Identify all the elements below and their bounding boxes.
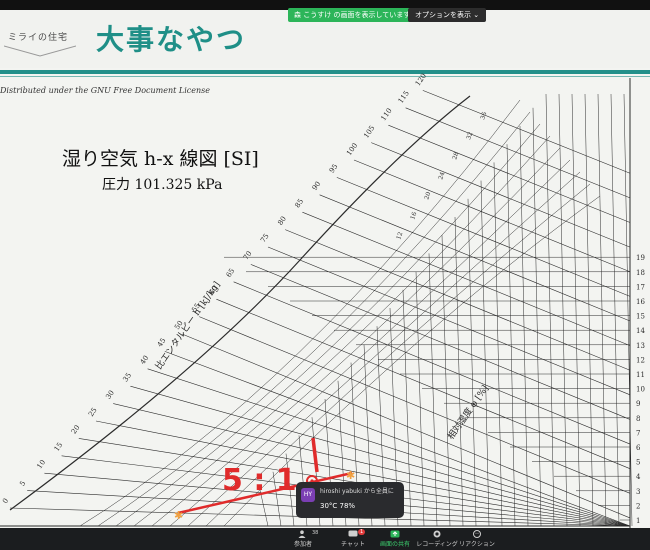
humidity-tick-label: 9 xyxy=(636,400,640,408)
enthalpy-tick-label: 0 xyxy=(1,497,10,505)
enthalpy-tick-label: 115 xyxy=(397,89,411,105)
humidity-tick-label: 2 xyxy=(636,502,640,510)
humidity-tick-label: 16 xyxy=(636,298,645,306)
screen-share-banner[interactable]: 森 こうすけ の画面を表示しています xyxy=(288,8,417,22)
humidity-tick-label: 4 xyxy=(636,473,641,481)
chat-message: 30°C 78% xyxy=(320,502,356,510)
humidity-tick-label: 3 xyxy=(636,488,640,496)
shared-slide: ミライの住宅 大事なやつ Distributed under the GNU F… xyxy=(0,10,650,528)
view-options-button[interactable]: オプションを表示 ⌄ xyxy=(408,8,487,22)
enthalpy-line xyxy=(319,194,631,322)
chat-notification[interactable]: HY hiroshi yabuki から全員に 30°C 78% xyxy=(296,482,404,518)
enthalpy-tick-label: 40 xyxy=(139,354,151,366)
top-tick-label: 36 xyxy=(479,111,488,121)
dry-bulb-line xyxy=(493,162,503,527)
dry-bulb-line xyxy=(480,180,490,527)
humidity-tick-label: 1 xyxy=(636,517,640,525)
participants-label: 参加者 xyxy=(293,541,312,548)
participants-count: 38 xyxy=(312,530,319,536)
enthalpy-line xyxy=(388,124,631,223)
top-tick-label: 32 xyxy=(465,131,474,141)
humidity-tick-label: 12 xyxy=(636,356,645,364)
chat-icon xyxy=(348,530,358,537)
top-tick-label: 28 xyxy=(451,151,460,161)
rh-label: 相対湿度 φ [%] xyxy=(445,383,491,442)
enthalpy-line xyxy=(353,159,631,272)
humidity-tick-label: 10 xyxy=(636,386,645,394)
enthalpy-tick-label: 70 xyxy=(242,250,254,262)
enthalpy-tick-label: 85 xyxy=(293,197,305,209)
enthalpy-tick-label: 100 xyxy=(345,142,359,158)
humidity-tick-label: 18 xyxy=(636,269,645,277)
record-icon xyxy=(433,530,441,538)
top-tick-label: 20 xyxy=(423,191,432,201)
dry-bulb-line xyxy=(597,93,607,527)
enthalpy-tick-label: 5 xyxy=(18,479,27,487)
annotation-ratio: 5 : 1 xyxy=(222,463,297,498)
enthalpy-tick-label: 35 xyxy=(121,371,133,383)
enthalpy-tick-label: 30 xyxy=(104,389,116,401)
chat-sender: hiroshi yabuki から全員に xyxy=(320,488,394,495)
enthalpy-tick-label: 105 xyxy=(362,124,376,140)
humidity-tick-label: 7 xyxy=(636,429,640,437)
dry-bulb-line xyxy=(415,271,425,527)
reaction-label: リアクション xyxy=(459,541,495,548)
enthalpy-tick-label: 20 xyxy=(70,424,82,436)
humidity-tick-label: 5 xyxy=(636,459,640,467)
chart-subtitle: 圧力 101.325 kPa xyxy=(102,177,223,193)
dry-bulb-line xyxy=(571,93,581,527)
humidity-tick-label: 19 xyxy=(636,254,645,262)
reaction-button[interactable]: リアクション xyxy=(452,530,502,548)
enthalpy-line xyxy=(267,246,631,396)
dry-bulb-line xyxy=(532,107,542,527)
enthalpy-line xyxy=(250,264,631,420)
enthalpy-tick-label: 110 xyxy=(379,107,393,123)
enthalpy-line xyxy=(302,211,631,346)
enthalpy-tick-label: 65 xyxy=(225,267,237,279)
top-tick-label: 16 xyxy=(409,211,418,221)
avatar: HY xyxy=(301,488,315,502)
enthalpy-tick-label: 45 xyxy=(156,337,168,349)
enthalpy-tick-label: 15 xyxy=(53,441,65,453)
dry-bulb-line xyxy=(428,253,438,527)
dry-bulb-line xyxy=(558,93,568,527)
participants-button[interactable]: 38 参加者 xyxy=(278,530,328,548)
top-tick-label: 12 xyxy=(395,231,404,241)
chart-title: 湿り空気 h-x 線図 [SI] xyxy=(62,148,259,170)
enthalpy-tick-label: 10 xyxy=(35,458,47,470)
share-screen-label: 画面の共有 xyxy=(379,541,410,548)
humidity-tick-label: 8 xyxy=(636,415,640,423)
smiley-icon xyxy=(473,530,481,538)
dry-bulb-line xyxy=(623,93,633,527)
enthalpy-tick-label: 80 xyxy=(276,215,288,227)
enthalpy-tick-label: 75 xyxy=(259,232,271,244)
enthalpy-axis-label: 比エンタルピー h [kJ/kg] xyxy=(153,279,223,372)
meeting-toolbar: 38 参加者 1 チャット 画面の共有 レコーディング リアクション xyxy=(0,528,650,550)
annotation-tick xyxy=(311,437,319,473)
share-screen-icon xyxy=(390,530,400,538)
humidity-tick-label: 14 xyxy=(636,327,645,335)
humidity-tick-label: 11 xyxy=(636,371,645,379)
enthalpy-tick-label: 120 xyxy=(414,72,428,88)
chat-label: チャット xyxy=(341,541,365,548)
marker-star-left: ✱ xyxy=(174,509,183,522)
chat-badge: 1 xyxy=(358,529,366,535)
enthalpy-tick-label: 90 xyxy=(311,180,323,192)
dry-bulb-line xyxy=(584,93,594,527)
enthalpy-tick-label: 95 xyxy=(328,163,340,175)
people-icon xyxy=(298,530,306,538)
enthalpy-line xyxy=(233,281,631,445)
marker-star-right: ✱ xyxy=(346,469,355,482)
zoom-window: ミライの住宅 大事なやつ Distributed under the GNU F… xyxy=(0,0,650,550)
enthalpy-tick-label: 25 xyxy=(87,406,99,418)
humidity-tick-label: 13 xyxy=(636,342,645,350)
humidity-tick-label: 6 xyxy=(636,444,641,452)
humidity-tick-label: 17 xyxy=(636,283,645,291)
humidity-tick-label: 15 xyxy=(636,313,645,321)
dry-bulb-line xyxy=(467,198,477,527)
psychrometric-chart: 0510152025303540455055606570758085909510… xyxy=(0,72,645,528)
